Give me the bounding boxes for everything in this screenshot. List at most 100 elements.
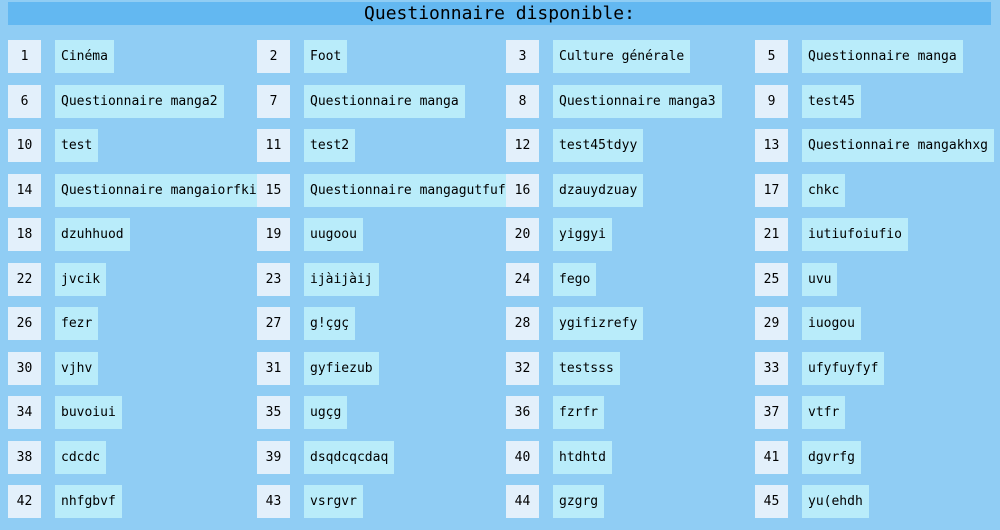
questionnaire-item[interactable]: 8 Questionnaire manga3 — [506, 84, 755, 130]
questionnaire-item[interactable]: 38 cdcdc — [8, 440, 257, 486]
questionnaire-item[interactable]: 9 test45 — [755, 84, 1000, 130]
questionnaire-id: 38 — [8, 440, 41, 474]
questionnaire-name[interactable]: nhfgbvf — [55, 485, 122, 518]
questionnaire-name[interactable]: fezr — [55, 307, 99, 340]
questionnaire-name[interactable]: dsqdcqcdaq — [304, 440, 395, 474]
questionnaire-item[interactable]: 11 test2 — [257, 129, 506, 174]
questionnaire-name[interactable]: ugçg — [304, 396, 348, 429]
questionnaire-id: 1 — [8, 40, 41, 73]
questionnaire-item[interactable]: 31 gyfiezub — [257, 351, 506, 397]
questionnaire-name[interactable]: iuogou — [802, 307, 861, 340]
questionnaire-item[interactable]: 33 ufyfuyfyf — [755, 351, 1000, 397]
questionnaire-item[interactable]: 44 gzgrg — [506, 485, 755, 530]
questionnaire-item[interactable]: 41 dgvrfg — [755, 440, 1000, 486]
questionnaire-id: 9 — [755, 84, 788, 118]
questionnaire-item[interactable]: 36 fzrfr — [506, 396, 755, 441]
questionnaire-name[interactable]: htdhtd — [553, 440, 612, 474]
questionnaire-item[interactable]: 26 fezr — [8, 307, 257, 352]
questionnaire-name[interactable]: ygifizrefy — [553, 307, 644, 340]
questionnaire-item[interactable]: 32 testsss — [506, 351, 755, 397]
questionnaire-item[interactable]: 39 dsqdcqcdaq — [257, 440, 506, 486]
questionnaire-name[interactable]: test — [55, 129, 99, 162]
questionnaire-name[interactable]: gyfiezub — [304, 351, 379, 385]
questionnaire-name[interactable]: Questionnaire manga2 — [55, 84, 224, 118]
questionnaire-name[interactable]: Questionnaire mangagutfuft — [304, 173, 520, 207]
questionnaire-name[interactable]: ijàijàij — [304, 262, 379, 296]
questionnaire-name[interactable]: Questionnaire manga — [802, 40, 963, 73]
questionnaire-name[interactable]: g!çgç — [304, 307, 356, 340]
questionnaire-item[interactable]: 17 chkc — [755, 173, 1000, 219]
questionnaire-item[interactable]: 2 Foot — [257, 40, 506, 85]
questionnaire-id: 12 — [506, 129, 539, 162]
questionnaire-item[interactable]: 6 Questionnaire manga2 — [8, 84, 257, 130]
questionnaire-name[interactable]: jvcik — [55, 262, 107, 296]
questionnaire-name[interactable]: uugoou — [304, 218, 363, 251]
questionnaire-name[interactable]: Culture générale — [553, 40, 691, 73]
questionnaire-item[interactable]: 22 jvcik — [8, 262, 257, 308]
questionnaire-name[interactable]: yiggyi — [553, 218, 612, 251]
questionnaire-item[interactable]: 45 yu(ehdh — [755, 485, 1000, 530]
questionnaire-name[interactable]: Cinéma — [55, 40, 114, 73]
questionnaire-item[interactable]: 35 ugçg — [257, 396, 506, 441]
questionnaire-item[interactable]: 1 Cinéma — [8, 40, 257, 85]
questionnaire-name[interactable]: buvoiui — [55, 396, 122, 429]
questionnaire-item[interactable]: 7 Questionnaire manga — [257, 84, 506, 130]
questionnaire-item[interactable]: 18 dzuhhuod — [8, 218, 257, 263]
questionnaire-name[interactable]: testsss — [553, 351, 620, 385]
questionnaire-item[interactable]: 16 dzauydzuay — [506, 173, 755, 219]
questionnaire-name[interactable]: chkc — [802, 173, 846, 207]
questionnaire-item[interactable]: 20 yiggyi — [506, 218, 755, 263]
questionnaire-item[interactable]: 25 uvu — [755, 262, 1000, 308]
questionnaire-item[interactable]: 5 Questionnaire manga — [755, 40, 1000, 85]
questionnaire-name[interactable]: dzuhhuod — [55, 218, 130, 251]
questionnaire-item[interactable]: 12 test45tdyy — [506, 129, 755, 174]
questionnaire-item[interactable]: 30 vjhv — [8, 351, 257, 397]
questionnaire-item[interactable]: 15 Questionnaire mangagutfuft — [257, 173, 520, 219]
questionnaire-item[interactable]: 21 iutiufoiufio — [755, 218, 1000, 263]
questionnaire-name[interactable]: test45tdyy — [553, 129, 644, 162]
questionnaire-name[interactable]: Foot — [304, 40, 348, 73]
questionnaire-item[interactable]: 42 nhfgbvf — [8, 485, 257, 530]
questionnaire-name[interactable]: yu(ehdh — [802, 485, 869, 518]
questionnaire-grid: 1 Cinéma 2 Foot 3 Culture générale 5 Questionna… — [8, 40, 1000, 530]
questionnaire-id: 17 — [755, 173, 788, 207]
questionnaire-name[interactable]: vtfr — [802, 396, 846, 429]
questionnaire-name[interactable]: vjhv — [55, 351, 99, 385]
questionnaire-name[interactable]: Questionnaire manga3 — [553, 84, 722, 118]
questionnaire-name[interactable]: Questionnaire manga — [304, 84, 465, 118]
questionnaire-name[interactable]: test45 — [802, 84, 861, 118]
questionnaire-id: 26 — [8, 307, 41, 340]
questionnaire-id: 44 — [506, 485, 539, 518]
questionnaire-item[interactable]: 14 Questionnaire mangaiorfki — [8, 173, 263, 219]
questionnaire-name[interactable]: cdcdc — [55, 440, 107, 474]
questionnaire-name[interactable]: dzauydzuay — [553, 173, 644, 207]
questionnaire-item[interactable]: 28 ygifizrefy — [506, 307, 755, 352]
questionnaire-item[interactable]: 40 htdhtd — [506, 440, 755, 486]
questionnaire-name[interactable]: dgvrfg — [802, 440, 861, 474]
questionnaire-name[interactable]: fzrfr — [553, 396, 605, 429]
questionnaire-item[interactable]: 10 test — [8, 129, 257, 174]
questionnaire-item[interactable]: 19 uugoou — [257, 218, 506, 263]
questionnaire-id: 13 — [755, 129, 788, 162]
page-title-text: Questionnaire disponible: — [364, 3, 635, 24]
questionnaire-item[interactable]: 43 vsrgvr — [257, 485, 506, 530]
questionnaire-item[interactable]: 37 vtfr — [755, 396, 1000, 441]
questionnaire-name[interactable]: iutiufoiufio — [802, 218, 908, 251]
questionnaire-name[interactable]: Questionnaire mangaiorfki — [55, 173, 263, 207]
questionnaire-item[interactable]: 24 fego — [506, 262, 755, 308]
questionnaire-name[interactable]: fego — [553, 262, 597, 296]
questionnaire-name[interactable]: gzgrg — [553, 485, 605, 518]
questionnaire-name[interactable]: Questionnaire mangakhxg — [802, 129, 995, 162]
questionnaire-id: 20 — [506, 218, 539, 251]
page-title: Questionnaire disponible: — [8, 2, 991, 25]
questionnaire-name[interactable]: test2 — [304, 129, 356, 162]
questionnaire-item[interactable]: 23 ijàijàij — [257, 262, 506, 308]
questionnaire-item[interactable]: 3 Culture générale — [506, 40, 755, 85]
questionnaire-item[interactable]: 27 g!çgç — [257, 307, 506, 352]
questionnaire-name[interactable]: vsrgvr — [304, 485, 363, 518]
questionnaire-name[interactable]: uvu — [802, 262, 838, 296]
questionnaire-item[interactable]: 13 Questionnaire mangakhxg — [755, 129, 1000, 174]
questionnaire-item[interactable]: 34 buvoiui — [8, 396, 257, 441]
questionnaire-name[interactable]: ufyfuyfyf — [802, 351, 885, 385]
questionnaire-item[interactable]: 29 iuogou — [755, 307, 1000, 352]
